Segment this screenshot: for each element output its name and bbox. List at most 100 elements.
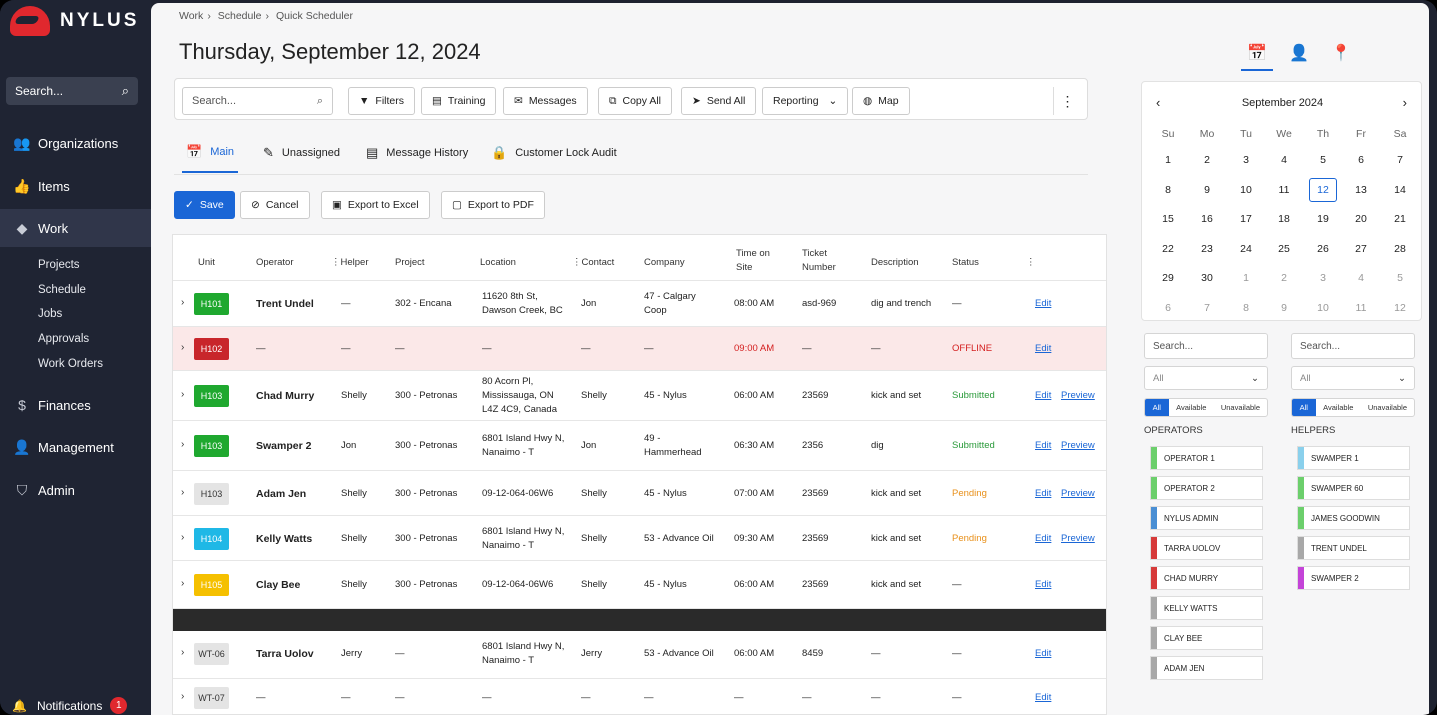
operators-filter-select[interactable]: All ⌄ xyxy=(1144,366,1268,390)
edit-link[interactable]: Edit xyxy=(1035,439,1051,453)
table-row[interactable]: › H103 Chad Murry Shelly 300 - Petronas 80 Ac… xyxy=(173,371,1106,421)
calendar-day[interactable]: 7 xyxy=(1193,302,1221,314)
edit-link[interactable]: Edit xyxy=(1035,532,1051,546)
nav-work[interactable]: ◆ Work xyxy=(0,209,151,247)
table-row[interactable]: › H103 Swamper 2 Jon 300 - Petronas 6801 Isla… xyxy=(173,421,1106,471)
table-row[interactable]: › H103 Adam Jen Shelly 300 - Petronas 09-12-0… xyxy=(173,471,1106,516)
calendar-day[interactable]: 5 xyxy=(1386,272,1414,284)
calendar-day[interactable]: 3 xyxy=(1309,272,1337,284)
calendar-day[interactable]: 21 xyxy=(1386,213,1414,225)
operator-item[interactable]: OPERATOR 2 xyxy=(1150,476,1263,500)
expand-chevron-icon[interactable]: › xyxy=(181,578,184,589)
operator-item[interactable]: CLAY BEE xyxy=(1150,626,1263,650)
calendar-day[interactable]: 18 xyxy=(1270,213,1298,225)
preview-link[interactable]: Preview xyxy=(1061,487,1095,501)
expand-chevron-icon[interactable]: › xyxy=(181,487,184,498)
unit-badge[interactable]: WT-06 xyxy=(194,643,229,665)
calendar-icon[interactable]: 📅 xyxy=(1241,43,1273,71)
edit-link[interactable]: Edit xyxy=(1035,297,1051,311)
expand-chevron-icon[interactable]: › xyxy=(181,342,184,353)
calendar-day[interactable]: 27 xyxy=(1347,243,1375,255)
breadcrumb-work[interactable]: Work xyxy=(179,10,203,22)
table-row[interactable]: › H102 — — — — — — 09:00 AM — — OFFLINE Edit xyxy=(173,327,1106,371)
unit-badge[interactable]: H102 xyxy=(194,338,229,360)
calendar-day[interactable]: 17 xyxy=(1232,213,1260,225)
col-description[interactable]: Description xyxy=(871,256,919,270)
edit-link[interactable]: Edit xyxy=(1035,487,1051,501)
calendar-day[interactable]: 2 xyxy=(1270,272,1298,284)
reporting-dropdown[interactable]: Reporting ⌄ xyxy=(762,87,849,115)
calendar-day[interactable]: 10 xyxy=(1232,184,1260,196)
calendar-day[interactable]: 29 xyxy=(1154,272,1182,284)
preview-link[interactable]: Preview xyxy=(1061,389,1095,403)
calendar-day[interactable]: 28 xyxy=(1386,243,1414,255)
notifications[interactable]: 🔔 Notifications 1 xyxy=(12,697,128,714)
calendar-day[interactable]: 26 xyxy=(1309,243,1337,255)
nav-admin[interactable]: ⛉ Admin xyxy=(0,471,151,509)
col-location[interactable]: Location xyxy=(480,256,516,270)
export-pdf-button[interactable]: ▢ Export to PDF xyxy=(441,191,545,219)
calendar-day[interactable]: 4 xyxy=(1270,154,1298,166)
col-contact[interactable]: ⋮Contact xyxy=(572,256,614,270)
unit-badge[interactable]: H104 xyxy=(194,527,229,550)
calendar-day[interactable]: 16 xyxy=(1193,213,1221,225)
tab-message-history[interactable]: ▤ Message History xyxy=(362,133,472,173)
nav-items[interactable]: 👍 Items xyxy=(0,167,151,205)
preview-link[interactable]: Preview xyxy=(1061,532,1095,546)
nav-organizations[interactable]: 👥 Organizations xyxy=(0,124,151,162)
col-ticket-number[interactable]: Ticket Number xyxy=(802,247,836,275)
calendar-day[interactable]: 14 xyxy=(1386,184,1414,196)
table-row[interactable]: › H101 Trent Undel — 302 - Encana 11620 8th S… xyxy=(173,281,1106,327)
helper-item[interactable]: SWAMPER 2 xyxy=(1297,566,1410,590)
helper-item[interactable]: SWAMPER 60 xyxy=(1297,476,1410,500)
edit-link[interactable]: Edit xyxy=(1035,389,1051,403)
col-unit[interactable]: Unit xyxy=(198,256,215,270)
expand-chevron-icon[interactable]: › xyxy=(181,691,184,702)
nav-sub-approvals[interactable]: Approvals xyxy=(38,333,89,345)
send-all-button[interactable]: ➤ Send All xyxy=(681,87,757,115)
toolbar-search-input[interactable]: Search... ⌕ xyxy=(182,87,333,115)
calendar-day[interactable]: 19 xyxy=(1309,213,1337,225)
expand-chevron-icon[interactable]: › xyxy=(181,647,184,658)
helper-item[interactable]: SWAMPER 1 xyxy=(1297,446,1410,470)
helpers-filter-select[interactable]: All ⌄ xyxy=(1291,366,1415,390)
unit-badge[interactable]: H103 xyxy=(194,435,229,457)
seg-unavailable[interactable]: Unavailable xyxy=(1361,399,1414,416)
tab-unassigned[interactable]: ✎ Unassigned xyxy=(259,133,344,173)
sidebar-search[interactable]: Search... ⌕ xyxy=(6,77,138,105)
seg-unavailable[interactable]: Unavailable xyxy=(1214,399,1267,416)
breadcrumb-schedule[interactable]: Schedule xyxy=(218,10,262,22)
col-project[interactable]: Project xyxy=(395,256,425,270)
unit-badge[interactable]: H103 xyxy=(194,482,229,505)
calendar-day[interactable]: 11 xyxy=(1347,302,1375,314)
nav-sub-projects[interactable]: Projects xyxy=(38,259,80,271)
calendar-day[interactable]: 1 xyxy=(1154,154,1182,166)
unit-badge[interactable]: H103 xyxy=(194,385,229,407)
expand-chevron-icon[interactable]: › xyxy=(181,439,184,450)
preview-link[interactable]: Preview xyxy=(1061,439,1095,453)
unit-badge[interactable]: H101 xyxy=(194,293,229,315)
calendar-day[interactable]: 8 xyxy=(1154,184,1182,196)
calendar-day[interactable]: 5 xyxy=(1309,154,1337,166)
seg-available[interactable]: Available xyxy=(1316,399,1361,416)
cancel-button[interactable]: ⊘ Cancel xyxy=(240,191,310,219)
calendar-day[interactable]: 22 xyxy=(1154,243,1182,255)
calendar-day[interactable]: 10 xyxy=(1309,302,1337,314)
messages-button[interactable]: ✉ Messages xyxy=(503,87,588,115)
calendar-day[interactable]: 1 xyxy=(1232,272,1260,284)
nav-management[interactable]: 👤 Management xyxy=(0,428,151,466)
chevron-right-icon[interactable]: › xyxy=(1403,95,1407,110)
operators-search-input[interactable]: Search... xyxy=(1144,333,1268,359)
operator-item[interactable]: OPERATOR 1 xyxy=(1150,446,1263,470)
user-icon[interactable]: 👤 xyxy=(1283,43,1315,71)
seg-all[interactable]: All xyxy=(1292,399,1316,416)
unit-badge[interactable]: WT-07 xyxy=(194,686,229,709)
helper-item[interactable]: TRENT UNDEL xyxy=(1297,536,1410,560)
calendar-day[interactable]: 11 xyxy=(1270,184,1298,196)
map-pin-icon[interactable]: 📍 xyxy=(1325,43,1357,71)
edit-link[interactable]: Edit xyxy=(1035,342,1051,356)
drag-handle-icon[interactable]: ⋮ xyxy=(331,257,341,268)
operator-item[interactable]: TARRA UOLOV xyxy=(1150,536,1263,560)
training-button[interactable]: ▤ Training xyxy=(421,87,497,115)
calendar-day[interactable]: 15 xyxy=(1154,213,1182,225)
